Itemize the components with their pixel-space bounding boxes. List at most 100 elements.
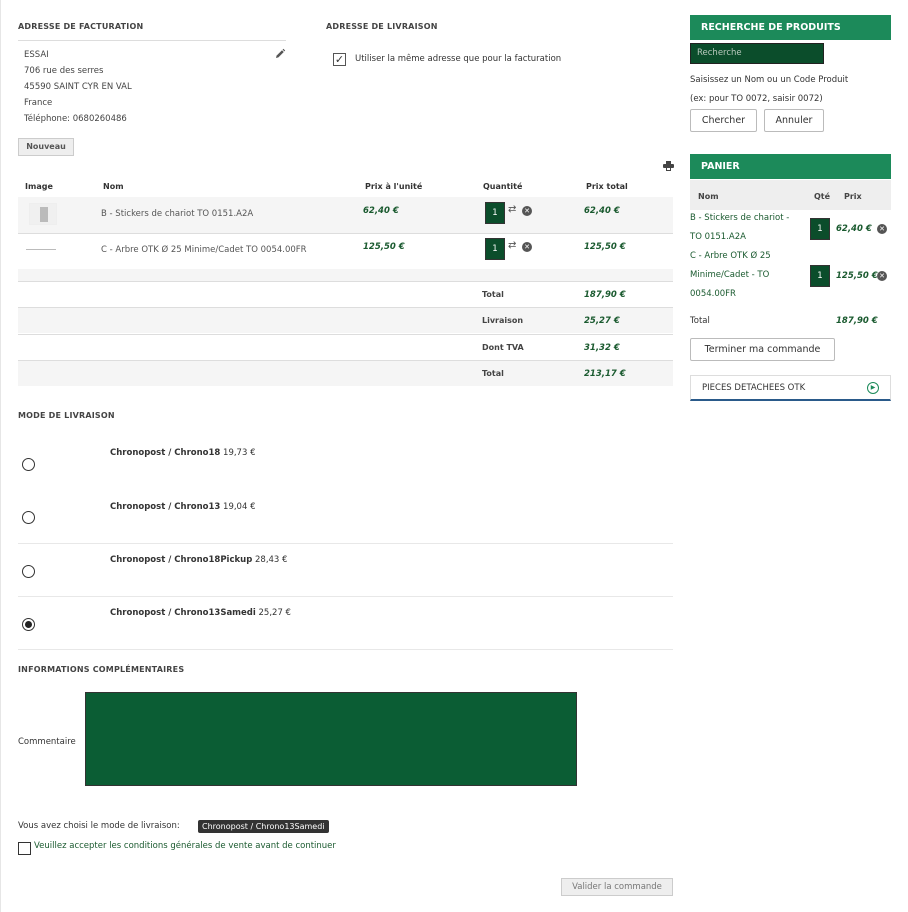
summary-row-bg [18, 308, 673, 333]
cart-item-name: C - Arbre OTK Ø 25 Minime/Cadet - TO 005… [690, 247, 808, 304]
row-divider [18, 334, 673, 335]
search-input[interactable]: Recherche [690, 43, 824, 64]
table-spacer [18, 269, 673, 281]
search-hint: Saisissez un Nom ou un Code Produit [690, 75, 849, 85]
pencil-icon[interactable] [274, 48, 286, 60]
delivery-radio[interactable] [22, 458, 35, 471]
billing-line: Téléphone: 0680260486 [24, 114, 127, 124]
refresh-icon[interactable]: ⇄ [508, 240, 516, 251]
cart-item-qty: 1 [810, 265, 830, 287]
cart-item-line: 0054.00FR [690, 289, 736, 299]
col-quantity: Quantité [483, 182, 523, 191]
search-button[interactable]: Chercher [690, 109, 757, 132]
finish-order-button[interactable]: Terminer ma commande [690, 338, 835, 361]
cart-item-price: 62,40 € [836, 224, 872, 234]
quantity-input[interactable]: 1 [485, 238, 505, 260]
info-heading: INFORMATIONS COMPLÉMENTAIRES [18, 665, 185, 674]
delivery-price: 19,73 € [223, 448, 256, 458]
billing-address: ESSAI 706 rue des serres 45590 SAINT CYR… [24, 47, 132, 127]
summary-value: 25,27 € [584, 316, 620, 326]
delivery-name: Chronopost / Chrono13Samedi [110, 608, 256, 618]
print-icon[interactable] [663, 161, 674, 171]
cart-item-name: B - Stickers de chariot - TO 0151.A2A [690, 209, 808, 247]
line-total: 125,50 € [584, 242, 626, 252]
summary-value: 187,90 € [584, 290, 626, 300]
option-divider [18, 543, 673, 544]
summary-label: Total [482, 290, 504, 299]
search-panel-heading: RECHERCHE DE PRODUITS [690, 15, 891, 40]
col-unit-price: Prix à l'unité [365, 182, 423, 191]
summary-value: 31,32 € [584, 343, 620, 353]
delivery-radio[interactable] [22, 511, 35, 524]
unit-price: 62,40 € [363, 206, 399, 216]
delivery-option: Chronopost / Chrono13 19,04 € [110, 502, 255, 512]
same-address-label: Utiliser la même adresse que pour la fac… [355, 54, 562, 64]
comment-label: Commentaire [18, 737, 76, 747]
delivery-price: 28,43 € [255, 555, 288, 565]
delivery-option: Chronopost / Chrono18 19,73 € [110, 448, 255, 458]
cart-col-price: Prix [844, 192, 862, 201]
refresh-icon[interactable]: ⇄ [508, 204, 516, 215]
delivery-name: Chronopost / Chrono18 [110, 448, 221, 458]
product-name: B - Stickers de chariot TO 0151.A2A [101, 209, 254, 219]
row-divider [18, 281, 673, 282]
delivery-option: Chronopost / Chrono18Pickup 28,43 € [110, 555, 287, 565]
delivery-radio[interactable] [22, 565, 35, 578]
billing-line: 706 rue des serres [24, 66, 104, 76]
chosen-delivery-text: Vous avez choisi le mode de livraison: [18, 821, 180, 831]
page-left-border [0, 0, 1, 912]
comment-textarea[interactable] [85, 692, 577, 786]
delivery-heading: MODE DE LIVRAISON [18, 411, 115, 420]
validate-order-button[interactable]: Valider la commande [561, 878, 673, 896]
cart-item-line: Minime/Cadet - TO [690, 270, 770, 280]
quantity-input[interactable]: 1 [485, 202, 505, 224]
billing-line: France [24, 98, 53, 108]
remove-icon[interactable]: ✕ [522, 242, 532, 252]
product-thumbnail [26, 249, 56, 250]
chosen-delivery-badge: Chronopost / Chrono13Samedi [198, 820, 329, 833]
cart-total-label: Total [690, 316, 710, 326]
cancel-button[interactable]: Annuler [764, 109, 824, 132]
remove-icon[interactable]: ✕ [877, 271, 887, 281]
summary-label: Livraison [482, 316, 524, 325]
cgv-checkbox[interactable] [18, 842, 31, 855]
delivery-price: 25,27 € [258, 608, 291, 618]
col-image: Image [25, 182, 53, 191]
option-divider [18, 649, 673, 650]
summary-value: 213,17 € [584, 369, 626, 379]
cart-col-qty: Qté [814, 192, 831, 201]
billing-divider [18, 40, 286, 41]
col-name: Nom [103, 182, 124, 191]
search-hint-example: (ex: pour TO 0072, saisir 0072) [690, 94, 823, 104]
delivery-radio-selected[interactable] [22, 618, 35, 631]
remove-icon[interactable]: ✕ [522, 206, 532, 216]
delivery-price: 19,04 € [223, 502, 256, 512]
cart-panel-heading: PANIER [690, 154, 891, 179]
shipping-heading: ADRESSE DE LIVRAISON [326, 22, 438, 31]
product-thumbnail [29, 203, 57, 225]
cart-item-line: C - Arbre OTK Ø 25 [690, 251, 771, 261]
product-name: C - Arbre OTK Ø 25 Minime/Cadet TO 0054.… [101, 245, 307, 255]
option-divider [18, 596, 673, 597]
delivery-name: Chronopost / Chrono13 [110, 502, 221, 512]
cart-item-line: TO 0151.A2A [690, 232, 746, 242]
billing-heading: ADRESSE DE FACTURATION [18, 22, 144, 31]
cgv-label[interactable]: Veuillez accepter les conditions général… [34, 841, 336, 851]
same-address-checkbox[interactable]: ✓ [333, 53, 346, 66]
summary-label: Total [482, 369, 504, 378]
cart-col-name: Nom [698, 192, 719, 201]
new-address-button[interactable]: Nouveau [18, 138, 74, 156]
billing-line: ESSAI [24, 50, 49, 60]
delivery-option: Chronopost / Chrono13Samedi 25,27 € [110, 608, 291, 618]
row-divider [18, 233, 673, 234]
remove-icon[interactable]: ✕ [877, 224, 887, 234]
summary-row-bg [18, 361, 673, 386]
cart-total-value: 187,90 € [836, 316, 878, 326]
unit-price: 125,50 € [363, 242, 405, 252]
delivery-name: Chronopost / Chrono18Pickup [110, 555, 253, 565]
spare-parts-link[interactable]: PIECES DETACHEES OTK ▶ [690, 375, 891, 401]
billing-line: 45590 SAINT CYR EN VAL [24, 82, 132, 92]
cart-item-price: 125,50 € [836, 271, 878, 281]
play-circle-icon: ▶ [867, 382, 879, 394]
spare-parts-label: PIECES DETACHEES OTK [702, 383, 806, 393]
